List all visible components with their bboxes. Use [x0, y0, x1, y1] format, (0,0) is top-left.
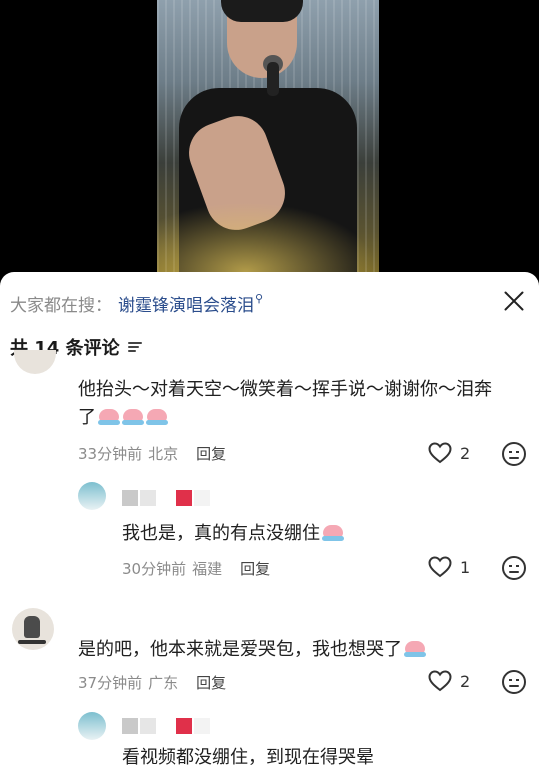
comment-item: 他抬头～对着天空～微笑着～挥手说～谢谢你～泪奔 了 33分钟前 北京 回复 2: [0, 350, 539, 474]
comment-location: 北京: [148, 445, 179, 463]
heart-icon: [428, 442, 452, 464]
comment-time: 33分钟前: [78, 445, 143, 463]
reply-text: 我也是，真的有点没绷住: [122, 520, 344, 548]
like-count: 1: [460, 557, 471, 577]
comment-meta: 30分钟前 福建 回复: [122, 558, 270, 579]
comment-time: 37分钟前: [78, 674, 143, 692]
comment-text: 是的吧，他本来就是爱哭包，我也想哭了: [78, 636, 426, 664]
comment-location: 广东: [148, 674, 179, 692]
like-button[interactable]: 1: [428, 556, 470, 578]
avatar[interactable]: [12, 608, 54, 650]
trending-search-term[interactable]: 谢霆锋演唱会落泪: [118, 291, 254, 316]
avatar[interactable]: [14, 350, 56, 374]
avatar[interactable]: [78, 482, 106, 510]
video-player[interactable]: [0, 0, 539, 272]
reply-text: 看视频都没绷住，到现在得哭晕: [122, 747, 374, 768]
heart-icon: [428, 556, 452, 578]
redacted-username: [122, 718, 158, 734]
redacted-username: [122, 490, 158, 506]
like-count: 2: [460, 671, 471, 691]
comment-location: 福建: [192, 560, 223, 578]
trending-search[interactable]: 大家都在搜： 谢霆锋演唱会落泪 ⚲: [10, 290, 263, 316]
dislike-icon[interactable]: [502, 556, 526, 580]
sort-icon[interactable]: [127, 341, 142, 353]
video-frame: [157, 0, 379, 272]
crying-emoji-icon: [98, 407, 120, 425]
like-count: 2: [460, 443, 471, 463]
heart-icon: [428, 670, 452, 692]
comment-item: 是的吧，他本来就是爱哭包，我也想哭了 37分钟前 广东 回复 2: [0, 602, 539, 712]
avatar[interactable]: [78, 712, 106, 740]
reply-button[interactable]: 回复: [196, 443, 226, 464]
dislike-icon[interactable]: [502, 670, 526, 694]
crying-emoji-icon: [404, 639, 426, 657]
comment-meta: 33分钟前 北京 回复: [78, 443, 226, 464]
redacted-badge: [176, 718, 212, 734]
close-icon[interactable]: [501, 288, 527, 314]
comment-time: 30分钟前: [122, 560, 187, 578]
like-button[interactable]: 2: [428, 442, 470, 464]
crying-emoji-icon: [322, 523, 344, 541]
trending-search-prefix: 大家都在搜：: [10, 295, 112, 316]
like-button[interactable]: 2: [428, 670, 470, 692]
redacted-badge: [176, 490, 212, 506]
dislike-icon[interactable]: [502, 442, 526, 466]
crying-emoji-icon: [146, 407, 168, 425]
reply-item: 我也是，真的有点没绷住 30分钟前 福建 回复 1: [0, 478, 539, 586]
comment-sheet: 大家都在搜： 谢霆锋演唱会落泪 ⚲ 共 14 条评论 他抬头～对着天空～微笑着～…: [0, 272, 539, 773]
comment-meta: 37分钟前 广东 回复: [78, 672, 226, 693]
reply-button[interactable]: 回复: [240, 558, 270, 579]
reply-item: 看视频都没绷住，到现在得哭晕: [0, 708, 539, 773]
reply-button[interactable]: 回复: [196, 672, 226, 693]
crying-emoji-icon: [122, 407, 144, 425]
comment-text: 他抬头～对着天空～微笑着～挥手说～谢谢你～泪奔 了: [78, 379, 492, 428]
search-icon: ⚲: [255, 291, 264, 305]
